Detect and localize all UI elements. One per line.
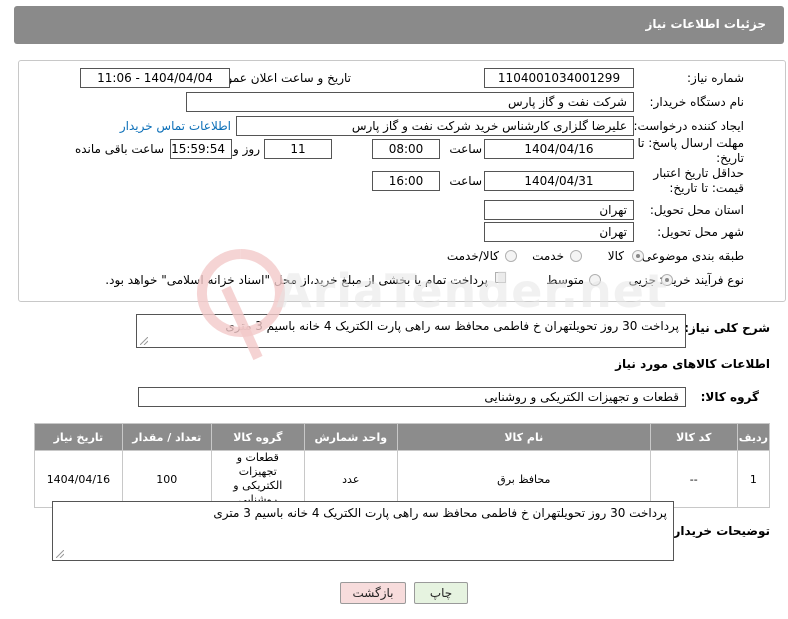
price-validity-date-field[interactable]: 1404/04/31	[484, 171, 634, 191]
cell-need-date: 1404/04/16	[34, 450, 123, 508]
back-button[interactable]: بازگشت	[340, 582, 406, 604]
col-name: نام کالا	[396, 423, 651, 451]
category-radio-goods[interactable]	[632, 250, 644, 262]
cell-row: 1	[736, 450, 771, 508]
cell-quantity: 100	[121, 450, 212, 508]
buyer-notes-textarea[interactable]: پرداخت 30 روز تحویلتهران خ فاطمی محافظ س…	[52, 501, 674, 561]
category-option-goods-service: کالا/خدمت	[446, 249, 499, 263]
col-unit: واحد شمارش	[303, 423, 398, 451]
creator-field[interactable]: علیرضا گلزاری کارشناس خرید شرکت نفت و گا…	[236, 116, 634, 136]
page-header: جزئیات اطلاعات نیاز	[14, 6, 784, 44]
resize-grip-icon[interactable]	[56, 550, 64, 558]
category-radio-service[interactable]	[570, 250, 582, 262]
remaining-time-field[interactable]: 15:59:54	[170, 139, 232, 159]
page-title: جزئیات اطلاعات نیاز	[645, 17, 766, 31]
treasury-payment-note: پرداخت تمام یا بخشی از مبلغ خرید،از محل …	[105, 273, 488, 287]
goods-group-label: گروه کالا:	[700, 390, 759, 404]
goods-table-header: ردیف کد کالا نام کالا واحد شمارش گروه کا…	[34, 423, 771, 451]
days-remaining-field[interactable]: 11	[264, 139, 332, 159]
price-validity-time-label: ساعت	[449, 174, 482, 188]
category-label: طبقه بندی موضوعی:	[637, 249, 744, 263]
goods-section-title: اطلاعات کالاهای مورد نیاز	[615, 357, 770, 371]
days-label: روز و	[233, 142, 260, 156]
city-label: شهر محل تحویل:	[657, 225, 744, 239]
deadline-label: مهلت ارسال پاسخ: تا تاریخ:	[637, 136, 744, 165]
buyer-org-label: نام دستگاه خریدار:	[649, 95, 745, 109]
category-option-service: خدمت	[532, 249, 564, 263]
remaining-time-label: ساعت باقی مانده	[74, 142, 164, 156]
need-number-label: شماره نیاز:	[687, 71, 744, 85]
deadline-time-label: ساعت	[449, 142, 482, 156]
buyer-contact-link[interactable]: اطلاعات تماس خریدار	[120, 119, 231, 133]
deadline-time-field[interactable]: 08:00	[372, 139, 440, 159]
buyer-notes-text: پرداخت 30 روز تحویلتهران خ فاطمی محافظ س…	[213, 506, 667, 520]
price-validity-label: حداقل تاریخ اعتبار قیمت: تا تاریخ:	[653, 166, 744, 195]
table-row[interactable]: 1 -- محافظ برق عدد قطعات و تجهیزات الکتر…	[34, 450, 771, 508]
category-radio-goods-service[interactable]	[505, 250, 517, 262]
col-row: ردیف	[736, 423, 771, 451]
treasury-payment-checkbox[interactable]	[495, 272, 506, 283]
goods-table: ردیف کد کالا نام کالا واحد شمارش گروه کا…	[34, 423, 771, 508]
process-option-minor: جزیی	[628, 273, 656, 287]
description-label: شرح کلی نیاز:	[684, 321, 770, 335]
print-button[interactable]: چاپ	[414, 582, 468, 604]
goods-group-field[interactable]: قطعات و تجهیزات الکتریکی و روشنایی	[138, 387, 686, 407]
creator-label: ایجاد کننده درخواست:	[633, 119, 744, 133]
province-field[interactable]: تهران	[484, 200, 634, 220]
announce-date-field[interactable]: 1404/04/04 - 11:06	[80, 68, 230, 88]
price-validity-time-field[interactable]: 16:00	[372, 171, 440, 191]
process-radio-minor[interactable]	[661, 274, 673, 286]
cell-group: قطعات و تجهیزات الکتریکی و روشنایی	[210, 450, 305, 508]
process-option-medium: متوسط	[546, 273, 584, 287]
col-code: کد کالا	[649, 423, 738, 451]
cell-unit: عدد	[303, 450, 398, 508]
process-radio-medium[interactable]	[589, 274, 601, 286]
province-label: استان محل تحویل:	[649, 203, 744, 217]
col-group: گروه کالا	[210, 423, 305, 451]
resize-grip-icon[interactable]	[140, 337, 148, 345]
description-text: پرداخت 30 روز تحویلتهران خ فاطمی محافظ س…	[225, 319, 679, 333]
city-field[interactable]: تهران	[484, 222, 634, 242]
need-number-field[interactable]: 1104001034001299	[484, 68, 634, 88]
description-textarea[interactable]: پرداخت 30 روز تحویلتهران خ فاطمی محافظ س…	[136, 314, 686, 348]
col-need-date: تاریخ نیاز	[34, 423, 123, 451]
category-option-goods: کالا	[607, 249, 624, 263]
buyer-org-field[interactable]: شرکت نفت و گاز پارس	[186, 92, 634, 112]
deadline-date-field[interactable]: 1404/04/16	[484, 139, 634, 159]
buyer-notes-label: توضیحات خریدار:	[668, 524, 770, 538]
cell-code: --	[649, 450, 738, 508]
cell-name: محافظ برق	[396, 450, 651, 508]
col-quantity: تعداد / مقدار	[121, 423, 212, 451]
